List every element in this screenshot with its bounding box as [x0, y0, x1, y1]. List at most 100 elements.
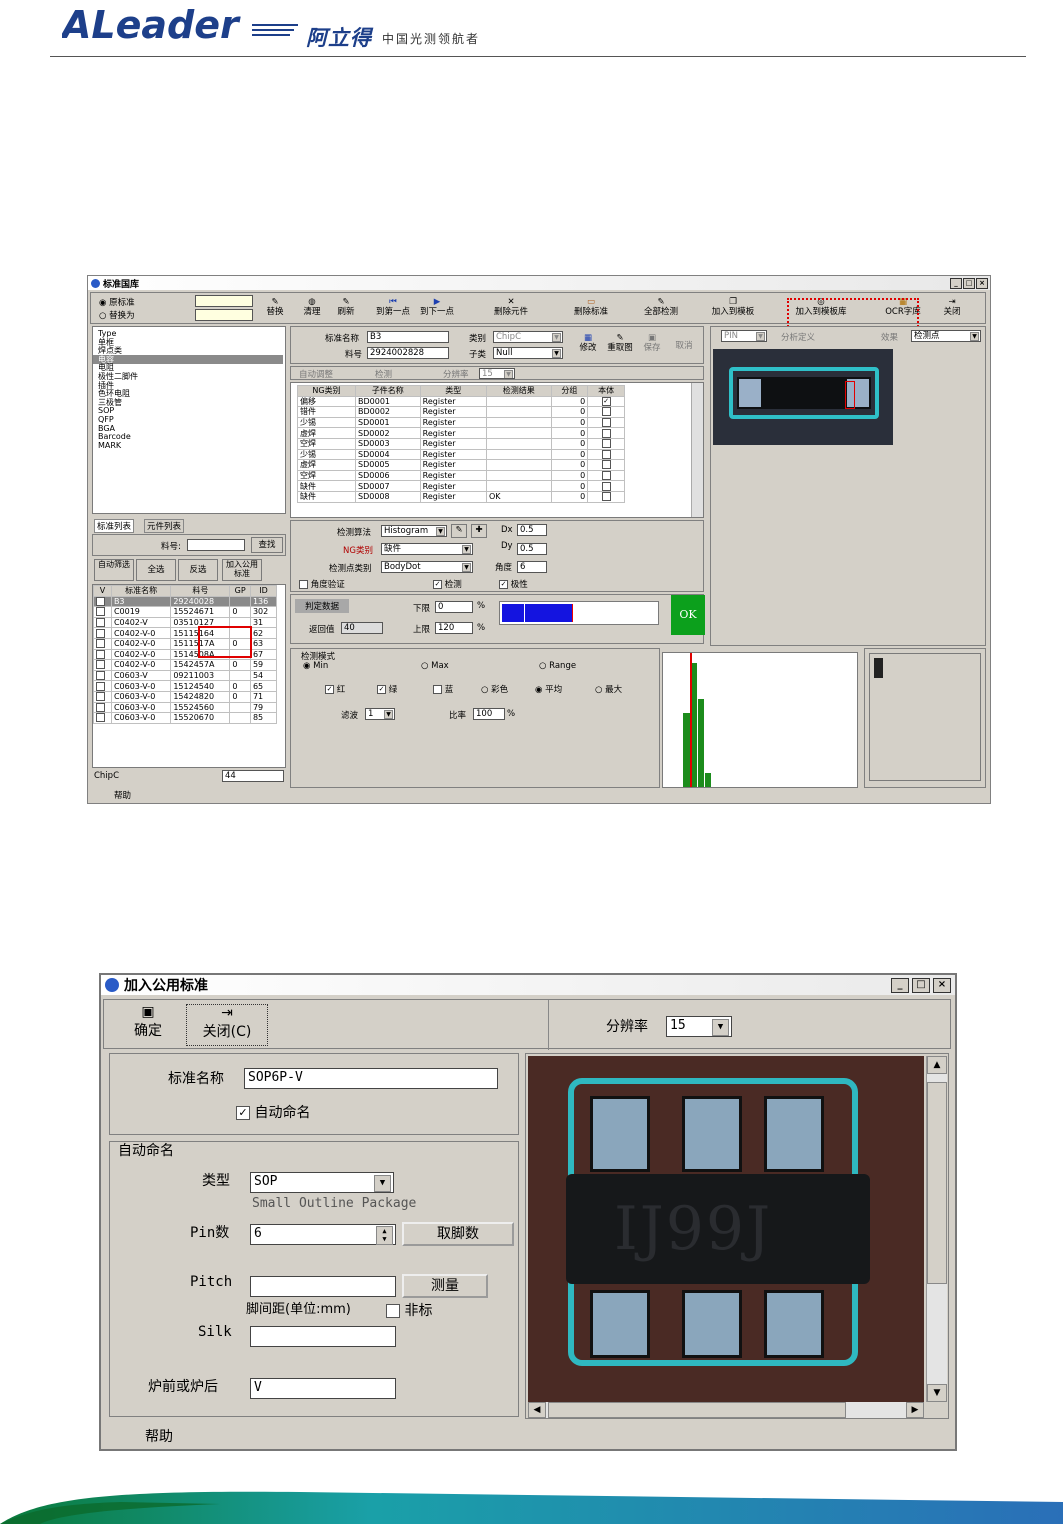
add-public-std-button[interactable]: 加入公用标准: [222, 559, 262, 581]
angle-verify-checkbox[interactable]: 角度验证: [299, 578, 345, 590]
table-row[interactable]: 虚焊 SD0005 Register 0: [297, 459, 625, 471]
red-checkbox[interactable]: ✓ 红: [325, 683, 345, 695]
row-checkbox[interactable]: [93, 606, 112, 618]
auto-name-checkbox[interactable]: ✓ 自动命名: [236, 1102, 310, 1122]
minimize-button[interactable]: _: [891, 977, 909, 993]
spinner-icon[interactable]: ▲ ▼: [376, 1226, 393, 1245]
add-template-button[interactable]: ❐ 加入到模板: [705, 297, 761, 317]
radio-replace[interactable]: ○ 替换为: [99, 309, 135, 321]
chevron-down-icon[interactable]: ▼: [374, 1175, 391, 1192]
silk-field[interactable]: [250, 1326, 396, 1347]
measure-button[interactable]: 测量: [402, 1274, 488, 1298]
pin-count-field[interactable]: 6 ▲ ▼: [250, 1224, 396, 1245]
invert-selection-button[interactable]: 反选: [178, 559, 218, 581]
maximize-button[interactable]: □: [912, 977, 930, 993]
color-radio[interactable]: ○ 彩色: [481, 683, 508, 695]
resolution-select[interactable]: 15 ▼: [666, 1016, 732, 1037]
tab-component-list[interactable]: 元件列表: [144, 519, 185, 533]
dy-field[interactable]: 0.5: [517, 543, 547, 555]
body-checkbox[interactable]: [587, 469, 625, 482]
row-checkbox[interactable]: [93, 669, 112, 682]
point-class-select[interactable]: BodyDot ▼: [381, 561, 473, 573]
clean-button[interactable]: ◍ 清理: [297, 297, 327, 317]
tree-item[interactable]: 电容: [93, 354, 283, 364]
scroll-thumb[interactable]: [548, 1402, 846, 1418]
table-row[interactable]: C0603-V-0 15520670 85: [93, 712, 278, 724]
table-row[interactable]: 虚焊 SD0002 Register 0: [297, 427, 625, 439]
replace-std-field[interactable]: [195, 309, 253, 321]
table-row[interactable]: 缺件 SD0008 Register OK 0: [297, 490, 625, 503]
table-row[interactable]: 空焊 SD0006 Register 0: [297, 469, 625, 482]
table-row[interactable]: C0603-V 09211003 54: [93, 669, 278, 682]
save-button[interactable]: ▣ 保存: [639, 333, 665, 353]
column-header[interactable]: 检测结果: [485, 385, 552, 397]
row-checkbox[interactable]: [93, 690, 112, 703]
horizontal-scrollbar[interactable]: ◀ ▶: [528, 1402, 924, 1418]
body-checkbox[interactable]: [587, 480, 625, 492]
scroll-left-icon[interactable]: ◀: [528, 1402, 546, 1418]
sub-select[interactable]: Null ▼: [493, 347, 563, 359]
class-select[interactable]: ChipC ▼: [493, 331, 563, 343]
column-header[interactable]: ID: [249, 585, 278, 597]
filter-select[interactable]: 1 ▼: [365, 708, 395, 720]
type-select[interactable]: SOP ▼: [250, 1172, 394, 1193]
ratio-field[interactable]: 100: [473, 708, 505, 720]
ng-class-select[interactable]: 缺件 ▼: [381, 543, 473, 555]
search-button[interactable]: 查找: [251, 537, 283, 553]
max-radio[interactable]: ○ 最大: [595, 683, 622, 695]
chevron-down-icon[interactable]: ▼: [712, 1019, 729, 1036]
mode-min-radio[interactable]: ◉ Min: [303, 661, 328, 671]
tree-item[interactable]: MARK: [98, 441, 121, 450]
green-checkbox[interactable]: ✓ 绿: [377, 683, 397, 695]
tab-auto-adjust[interactable]: 自动调整: [299, 368, 333, 380]
average-radio[interactable]: ◉ 平均: [535, 683, 562, 695]
column-header[interactable]: 标准名称: [110, 585, 172, 597]
category-tree[interactable]: Type 单框 焊点类 电容 电阻 极性二脚件 插件 色环电阻 三极管 SOP QFP BGA Barc…: [92, 326, 286, 514]
table-row[interactable]: 空焊 SD0003 Register 0: [297, 437, 625, 450]
vertical-scrollbar[interactable]: ▲ ▼: [926, 1056, 947, 1402]
ng-scrollbar[interactable]: [691, 383, 703, 517]
refresh-button[interactable]: ✎ 刷新: [331, 297, 361, 317]
low-field[interactable]: 0: [435, 601, 473, 613]
pitch-field[interactable]: [250, 1276, 396, 1297]
scroll-up-icon[interactable]: ▲: [927, 1056, 947, 1074]
body-checkbox[interactable]: [587, 406, 625, 418]
close-window-button[interactable]: ×: [933, 977, 951, 993]
detect-all-button[interactable]: ✎ 全部检测: [639, 297, 683, 317]
row-checkbox[interactable]: [93, 637, 112, 650]
algo-wand-button[interactable]: ✎: [451, 524, 467, 538]
recapture-button[interactable]: ✎ 重取图: [605, 333, 635, 353]
select-all-button[interactable]: 全选: [136, 559, 176, 581]
pin-select[interactable]: PIN ▼: [721, 330, 767, 342]
body-checkbox[interactable]: [587, 437, 625, 450]
row-checkbox[interactable]: [93, 595, 112, 608]
column-header[interactable]: 料号: [170, 585, 231, 597]
close-window-button[interactable]: ×: [976, 277, 988, 289]
modify-button[interactable]: ▦ 修改: [575, 333, 601, 353]
next-point-button[interactable]: ▶ 到下一点: [417, 297, 457, 317]
angle-field[interactable]: 6: [517, 561, 547, 573]
row-checkbox[interactable]: [93, 659, 112, 671]
blue-checkbox[interactable]: 蓝: [433, 683, 453, 695]
std-name-field[interactable]: SOP6P-V: [244, 1068, 498, 1089]
table-row[interactable]: 错件 BD0002 Register 0: [297, 406, 625, 418]
detect-checkbox[interactable]: ✓ 检测: [433, 578, 462, 590]
table-row[interactable]: 少锡 SD0001 Register 0: [297, 416, 625, 429]
close-button[interactable]: ⇥ 关闭: [937, 297, 967, 317]
row-checkbox[interactable]: [93, 616, 112, 629]
column-header[interactable]: GP: [229, 585, 251, 597]
body-checkbox[interactable]: [587, 416, 625, 429]
minimize-button[interactable]: _: [950, 277, 962, 289]
table-row[interactable]: C0603-V-0 15124540 0 65: [93, 680, 278, 692]
mode-range-radio[interactable]: ○ Range: [539, 661, 576, 671]
row-checkbox[interactable]: [93, 648, 112, 661]
column-header[interactable]: NG类别: [297, 385, 356, 397]
cancel-button[interactable]: 取消: [671, 341, 697, 351]
table-row[interactable]: C0019 15524671 0 302: [93, 606, 278, 618]
high-field[interactable]: 120: [435, 622, 473, 634]
non-standard-checkbox[interactable]: 非标: [386, 1300, 432, 1320]
column-header[interactable]: 类型: [419, 385, 487, 397]
table-row[interactable]: 缺件 SD0007 Register 0: [297, 480, 625, 492]
original-std-field[interactable]: [195, 295, 253, 307]
row-checkbox[interactable]: [93, 627, 112, 639]
